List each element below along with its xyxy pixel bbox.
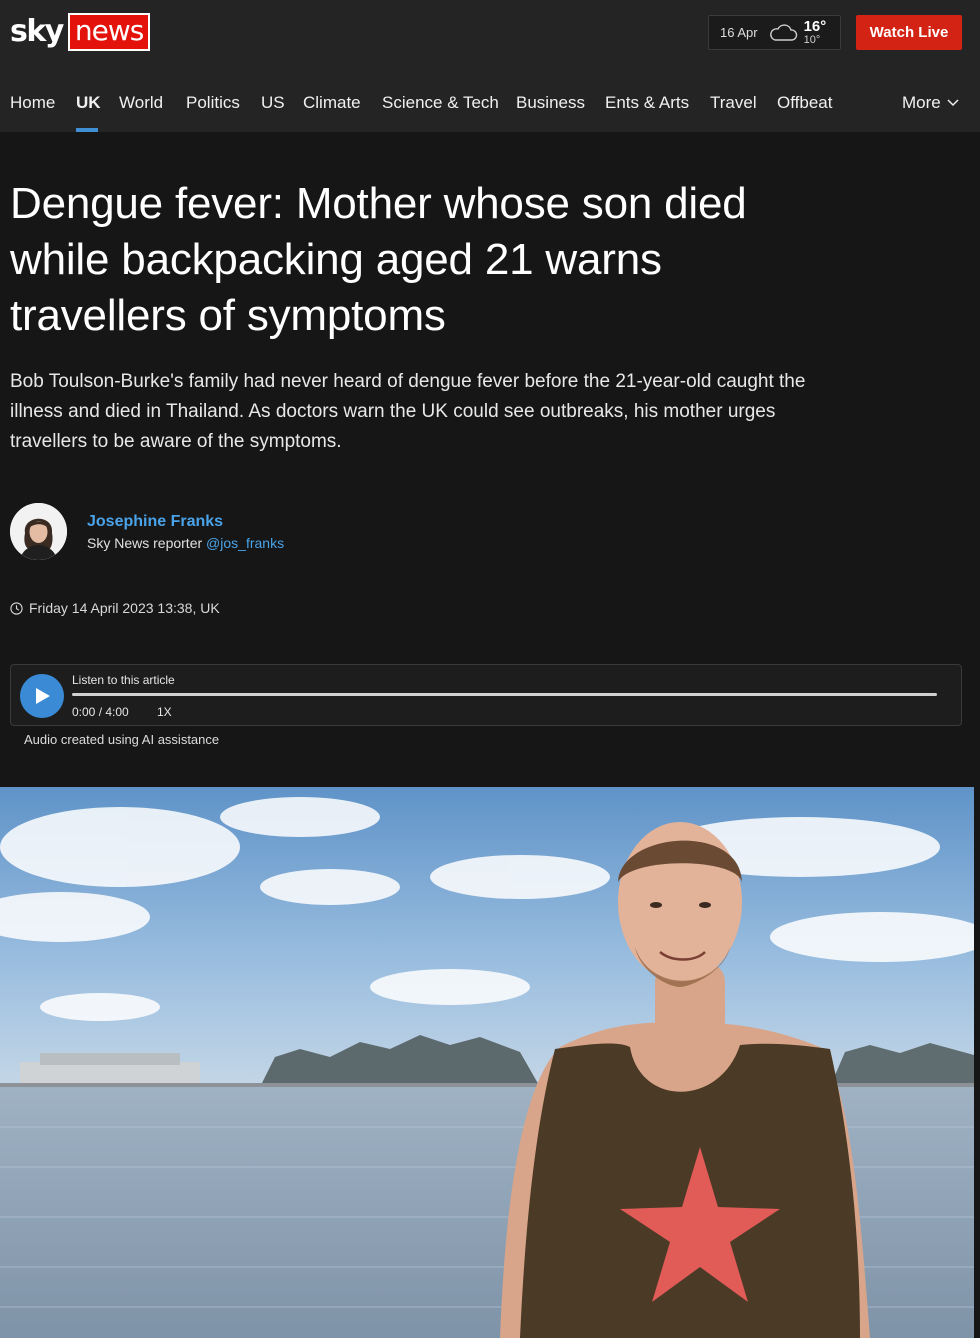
audio-ai-note: Audio created using AI assistance <box>24 732 220 747</box>
active-nav-indicator <box>76 128 98 132</box>
weather-high: 16° <box>803 18 827 35</box>
listen-label: Listen to this article <box>72 673 175 687</box>
nav-item-travel[interactable]: Travel <box>710 93 757 113</box>
article-headline: Dengue fever: Mother whose son died whil… <box>10 179 747 340</box>
audio-progress-bar[interactable] <box>72 693 937 696</box>
article-standfirst: Bob Toulson-Burke's family had never hea… <box>10 371 806 452</box>
nav-item-science-tech[interactable]: Science & Tech <box>382 93 499 113</box>
play-button[interactable] <box>20 674 64 718</box>
nav-item-world[interactable]: World <box>119 93 163 113</box>
audio-time: 0:00 / 4:00 <box>72 705 129 719</box>
author-role: Sky News reporter <box>87 534 203 551</box>
nav-item-home[interactable]: Home <box>10 93 55 113</box>
logo-sky-text: sky <box>10 14 64 49</box>
clock-icon <box>10 601 23 615</box>
main-nav: Home UK World Politics US Climate Scienc… <box>0 68 980 132</box>
playback-speed-button[interactable]: 1X <box>157 705 172 719</box>
timestamp-text: Friday 14 April 2023 13:38, UK <box>29 600 220 616</box>
nav-more-label: More <box>902 93 941 112</box>
author-block: Josephine Franks Sky News reporter @jos_… <box>10 503 284 560</box>
nav-item-uk[interactable]: UK <box>76 93 101 113</box>
weather-date: 16 Apr <box>720 25 758 40</box>
nav-item-business[interactable]: Business <box>516 93 585 113</box>
sky-news-logo[interactable]: sky news <box>10 13 151 51</box>
nav-item-ents-arts[interactable]: Ents & Arts <box>605 93 689 113</box>
weather-low: 10° <box>803 34 821 46</box>
cloud-icon <box>769 23 797 41</box>
nav-item-politics[interactable]: Politics <box>186 93 240 113</box>
nav-item-us[interactable]: US <box>261 93 285 113</box>
author-role-line: Sky News reporter @jos_franks <box>87 535 284 551</box>
top-bar: sky news 16 Apr 16° 10° Watch Live <box>0 0 980 68</box>
audio-player: Listen to this article 0:00 / 4:00 1X <box>10 664 962 726</box>
article-hero-image[interactable] <box>0 787 974 1338</box>
author-twitter-handle[interactable]: @jos_franks <box>206 535 284 551</box>
weather-temps: 16° 10° <box>804 19 827 46</box>
play-icon <box>36 688 50 704</box>
chevron-down-icon <box>947 99 959 107</box>
article-timestamp: Friday 14 April 2023 13:38, UK <box>10 600 220 616</box>
nav-more-menu[interactable]: More <box>902 93 959 113</box>
author-avatar[interactable] <box>10 503 67 560</box>
nav-item-climate[interactable]: Climate <box>303 93 361 113</box>
logo-news-text: news <box>67 13 151 51</box>
weather-widget[interactable]: 16 Apr 16° 10° <box>708 15 841 50</box>
author-name[interactable]: Josephine Franks <box>87 513 284 531</box>
nav-item-offbeat[interactable]: Offbeat <box>777 93 832 113</box>
watch-live-button[interactable]: Watch Live <box>856 15 962 50</box>
